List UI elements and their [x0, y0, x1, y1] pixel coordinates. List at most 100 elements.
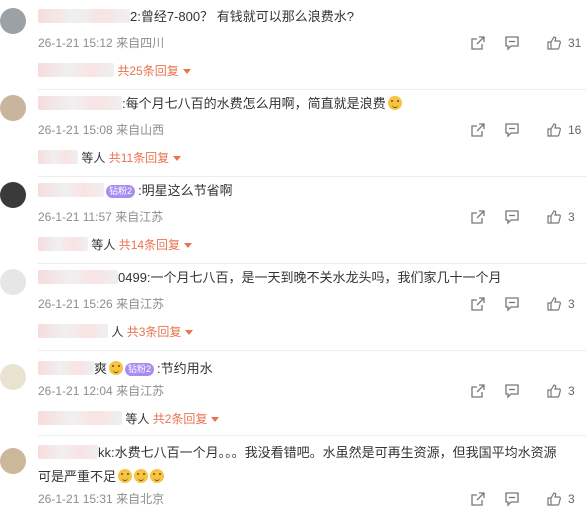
comment-text-line: kk:水费七八百一个月。。。我没看错吧。水虽然是可再生资源，但我国平均水资源	[38, 444, 580, 462]
reply-user[interactable]	[38, 324, 108, 338]
username[interactable]	[38, 183, 104, 197]
divider	[38, 350, 586, 351]
like-count: 3	[568, 492, 575, 506]
fan-badge[interactable]: 钻粉2	[125, 363, 155, 376]
comment-icon[interactable]	[504, 209, 520, 225]
replies-row[interactable]: 共25条回复	[38, 62, 191, 80]
comment-location: 来自江苏	[116, 384, 165, 398]
fan-badge[interactable]: 钻粉2	[106, 185, 136, 198]
replies-total[interactable]: 共25条回复	[117, 64, 178, 78]
comment-location: 来自北京	[116, 492, 165, 506]
comment-time: 26-1-21 15:31	[38, 492, 113, 506]
chevron-down-icon[interactable]	[182, 69, 191, 74]
username-suffix[interactable]: 爽	[94, 361, 107, 376]
like-icon[interactable]	[546, 209, 562, 225]
share-icon[interactable]	[470, 122, 486, 138]
share-icon[interactable]	[470, 491, 486, 507]
replies-total[interactable]: 共3条回复	[127, 325, 182, 339]
comment-meta: 26-1-21 12:04 来自江苏	[38, 383, 164, 399]
comment-actions: 16	[466, 122, 586, 140]
avatar[interactable]	[0, 269, 26, 295]
comment-time: 26-1-21 15:12	[38, 36, 113, 50]
avatar[interactable]	[0, 182, 26, 208]
comment-text: :明星这么节省啊	[138, 183, 233, 198]
comment-icon[interactable]	[504, 383, 520, 399]
replies-row[interactable]: 人 共3条回复	[38, 323, 194, 341]
comment-text: :每个月七八百的水费怎么用啊，简直就是浪费	[122, 96, 386, 111]
like-icon[interactable]	[546, 35, 562, 51]
replies-who: 等人	[81, 151, 106, 165]
comment-actions: 3	[466, 296, 586, 314]
like-count: 3	[568, 210, 575, 224]
avatar[interactable]	[0, 8, 26, 34]
share-icon[interactable]	[470, 296, 486, 312]
divider	[38, 435, 586, 436]
comment-meta: 26-1-21 15:08 来自山西	[38, 122, 164, 138]
divider	[38, 176, 586, 177]
like-icon[interactable]	[546, 122, 562, 138]
replies-row[interactable]: 等人 共14条回复	[38, 236, 193, 254]
comment-location: 来自四川	[116, 36, 165, 50]
like-icon[interactable]	[546, 296, 562, 312]
smile-emoji-icon	[118, 469, 133, 483]
comment-text-2: 可是严重不足	[38, 469, 117, 484]
fan-emoji-icon	[109, 361, 124, 375]
comment-time: 26-1-21 15:08	[38, 123, 113, 137]
replies-total[interactable]: 共11条回复	[109, 151, 169, 165]
username-suffix[interactable]: 0499	[118, 270, 147, 285]
comment-actions: 31	[466, 35, 586, 53]
reply-user[interactable]	[38, 237, 88, 251]
username[interactable]	[38, 270, 118, 284]
like-icon[interactable]	[546, 383, 562, 399]
comment-icon[interactable]	[504, 35, 520, 51]
comment-text-line: 钻粉2:明星这么节省啊	[38, 182, 580, 200]
replies-who: 人	[111, 325, 124, 339]
smile-emoji-icon	[150, 469, 165, 483]
username[interactable]	[38, 361, 94, 375]
comment-location: 来自江苏	[116, 297, 165, 311]
username[interactable]	[38, 96, 122, 110]
comment-meta: 26-1-21 11:57 来自江苏	[38, 209, 163, 225]
divider	[38, 89, 586, 90]
comment-actions: 3	[466, 209, 586, 227]
reply-user[interactable]	[38, 63, 114, 77]
chevron-down-icon[interactable]	[173, 156, 182, 161]
comment-location: 来自山西	[116, 123, 165, 137]
replies-who: 等人	[125, 412, 150, 426]
username[interactable]	[38, 9, 130, 23]
divider	[38, 263, 586, 264]
comment-meta: 26-1-21 15:31 来自北京	[38, 491, 164, 507]
reply-user[interactable]	[38, 411, 122, 425]
laugh-emoji-icon	[387, 96, 402, 110]
comment-time: 26-1-21 15:26	[38, 297, 113, 311]
like-count: 16	[568, 123, 582, 137]
chevron-down-icon[interactable]	[211, 417, 220, 422]
share-icon[interactable]	[470, 383, 486, 399]
comment-icon[interactable]	[504, 122, 520, 138]
avatar[interactable]	[0, 364, 26, 390]
avatar[interactable]	[0, 95, 26, 121]
comment-icon[interactable]	[504, 296, 520, 312]
comment-text-line: 爽 钻粉2:节约用水	[38, 360, 580, 378]
replies-total[interactable]: 共2条回复	[153, 412, 208, 426]
like-icon[interactable]	[546, 491, 562, 507]
replies-row[interactable]: 等人 共11条回复	[38, 149, 182, 167]
comment-icon[interactable]	[504, 491, 520, 507]
chevron-down-icon[interactable]	[184, 243, 193, 248]
comment-meta: 26-1-21 15:26 来自江苏	[38, 296, 164, 312]
comment-actions: 3	[466, 383, 586, 401]
reply-user[interactable]	[38, 150, 78, 164]
username[interactable]	[38, 445, 98, 459]
share-icon[interactable]	[470, 35, 486, 51]
smile-emoji-icon	[134, 469, 149, 483]
comment-text-line: 2:曾经7-800？ 有钱就可以那么浪费水?	[38, 8, 580, 26]
username-suffix[interactable]: kk	[98, 445, 111, 460]
like-count: 3	[568, 297, 575, 311]
comment-time: 26-1-21 12:04	[38, 384, 113, 398]
replies-total[interactable]: 共14条回复	[119, 238, 180, 252]
share-icon[interactable]	[470, 209, 486, 225]
avatar[interactable]	[0, 448, 26, 474]
chevron-down-icon[interactable]	[185, 330, 194, 335]
replies-row[interactable]: 等人 共2条回复	[38, 410, 220, 428]
comment-text-line: :每个月七八百的水费怎么用啊，简直就是浪费	[38, 95, 580, 113]
